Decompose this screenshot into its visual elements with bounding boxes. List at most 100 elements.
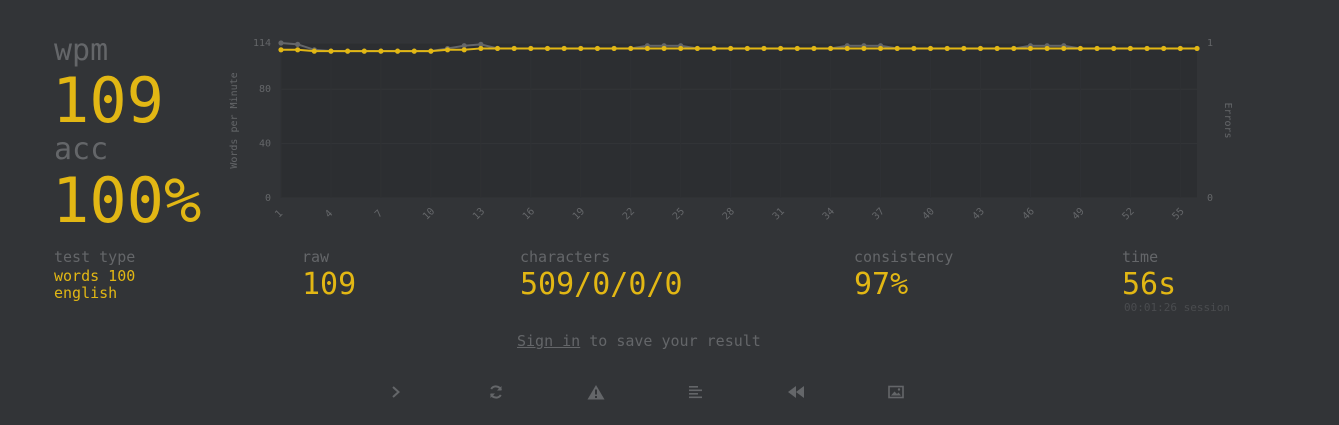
point-wpm	[778, 45, 784, 52]
x-tick-label: 1	[273, 208, 285, 220]
x-tick-label: 16	[521, 206, 537, 222]
x-tick-label: 7	[373, 208, 385, 220]
time-value: 56s	[1122, 267, 1177, 302]
y2-axis-label: Errors	[1222, 102, 1233, 138]
point-wpm	[894, 45, 900, 52]
point-wpm	[1111, 45, 1117, 52]
point-wpm	[828, 45, 834, 52]
x-tick-label: 46	[1021, 206, 1037, 222]
characters-value: 509/0/0/0	[520, 267, 683, 302]
point-wpm	[361, 48, 367, 54]
x-tick-label: 31	[771, 206, 787, 222]
test-type-label: test type	[54, 248, 136, 266]
image-icon	[888, 385, 904, 399]
consistency-label: consistency	[854, 248, 954, 266]
point-wpm	[544, 45, 551, 52]
point-wpm	[744, 45, 750, 52]
raw-label: raw	[302, 248, 330, 266]
point-wpm	[1011, 45, 1017, 52]
restart-test-button[interactable]	[484, 380, 508, 404]
save-screenshot-button[interactable]	[884, 380, 908, 404]
point-wpm	[311, 48, 317, 54]
next-test-button[interactable]	[384, 380, 408, 404]
point-wpm	[461, 47, 467, 53]
point-wpm	[911, 45, 917, 52]
x-tick-label: 13	[471, 206, 487, 222]
point-wpm	[561, 45, 567, 52]
point-wpm	[611, 45, 617, 52]
point-wpm	[961, 45, 967, 52]
signin-prompt: Sign in to save your result	[517, 332, 761, 350]
time-label: time	[1122, 248, 1159, 266]
x-tick-label: 25	[671, 206, 687, 222]
x-tick-label: 34	[821, 206, 837, 222]
session-time: 00:01:26 session	[1124, 301, 1230, 314]
x-tick-label: 37	[871, 206, 887, 222]
point-wpm	[295, 47, 301, 53]
point-wpm	[345, 48, 351, 54]
consistency-value: 97%	[854, 267, 909, 302]
acc-value: 100%	[52, 164, 202, 237]
point-wpm	[1194, 45, 1200, 52]
point-wpm	[1094, 45, 1100, 52]
refresh-icon	[490, 385, 502, 399]
point-wpm	[578, 45, 584, 52]
x-tick-label: 19	[571, 206, 587, 222]
point-wpm	[794, 45, 800, 52]
point-wpm	[728, 45, 734, 52]
point-wpm	[644, 45, 650, 52]
y-tick-label: 114	[253, 38, 271, 49]
point-wpm	[994, 45, 1000, 52]
point-raw	[278, 40, 284, 46]
y-tick-label: 0	[265, 193, 271, 204]
point-wpm	[944, 45, 950, 52]
point-wpm	[394, 48, 401, 54]
y-axis-label: Words per Minute	[229, 72, 240, 168]
point-wpm	[444, 47, 451, 53]
test-type-language: english	[54, 284, 118, 302]
watch-replay-button[interactable]	[784, 380, 808, 404]
point-wpm	[977, 45, 984, 52]
signin-rest-text: to save your result	[580, 332, 761, 350]
point-wpm	[927, 45, 934, 52]
point-wpm	[711, 45, 717, 52]
show-words-history-button[interactable]	[684, 380, 708, 404]
point-wpm	[1044, 45, 1050, 52]
point-wpm	[1161, 45, 1167, 52]
point-wpm	[378, 48, 384, 54]
x-tick-label: 10	[421, 206, 437, 222]
x-tick-label: 4	[323, 208, 335, 220]
acc-label: acc	[54, 132, 109, 167]
point-wpm	[528, 45, 534, 52]
x-tick-label: 22	[621, 206, 637, 222]
warning-icon	[587, 385, 605, 400]
point-wpm	[278, 47, 284, 53]
y2-tick-label: 0	[1207, 193, 1213, 204]
y2-tick-label: 1	[1207, 38, 1213, 49]
point-wpm	[877, 45, 884, 52]
point-wpm	[428, 48, 434, 54]
point-wpm	[628, 45, 634, 52]
x-tick-label: 40	[921, 206, 937, 222]
point-wpm	[594, 45, 601, 52]
point-wpm	[478, 45, 484, 52]
point-wpm	[411, 48, 417, 54]
point-wpm	[1177, 45, 1183, 52]
x-tick-label: 49	[1071, 206, 1087, 222]
align-left-icon	[689, 386, 702, 399]
signin-link[interactable]: Sign in	[517, 332, 580, 350]
point-wpm	[1061, 45, 1067, 52]
chart-plot-area	[281, 43, 1197, 198]
x-tick-label: 52	[1120, 206, 1136, 222]
point-wpm	[811, 45, 817, 52]
point-wpm	[694, 45, 700, 52]
point-wpm	[511, 45, 517, 52]
point-wpm	[328, 48, 334, 54]
y-tick-label: 80	[259, 84, 271, 95]
chevron-right-icon	[392, 386, 400, 398]
wpm-label: wpm	[54, 33, 109, 68]
raw-value: 109	[302, 267, 357, 302]
report-problem-button[interactable]	[584, 380, 608, 404]
point-wpm	[678, 45, 684, 52]
point-wpm	[661, 45, 667, 52]
